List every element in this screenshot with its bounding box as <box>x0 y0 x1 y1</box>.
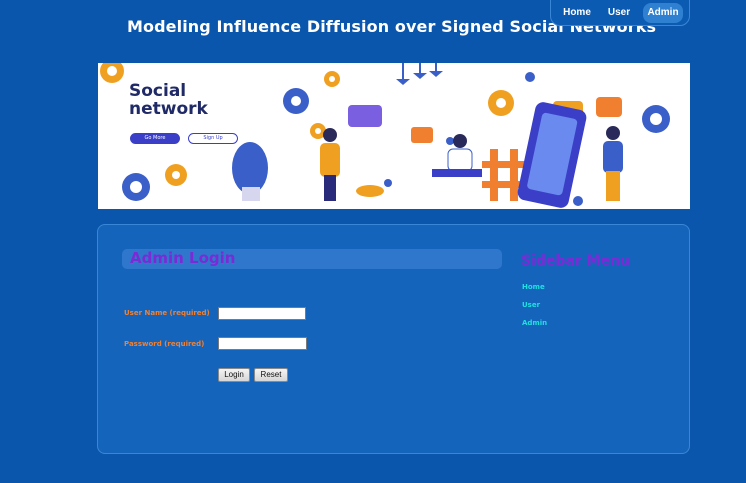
banner-go-more-button: Go More <box>130 133 180 144</box>
nav-admin-link[interactable]: Admin <box>643 3 683 23</box>
nav-user-link[interactable]: User <box>603 3 635 23</box>
sidebar-item-admin[interactable]: Admin <box>522 319 547 327</box>
banner-line2: network <box>129 99 208 119</box>
sidebar-item-user[interactable]: User <box>522 301 540 309</box>
admin-login-heading: Admin Login <box>122 249 502 269</box>
content-panel: Admin Login User Name (required) Passwor… <box>97 224 690 454</box>
banner-image: Social network Go More Sign Up <box>98 63 690 209</box>
emoji-bubble-icon <box>596 97 622 117</box>
password-input[interactable] <box>218 337 307 350</box>
reset-button[interactable]: Reset <box>254 368 288 382</box>
password-label: Password (required) <box>124 340 205 348</box>
username-label: User Name (required) <box>124 309 210 317</box>
top-nav: Home User Admin <box>550 0 690 26</box>
nav-home-link[interactable]: Home <box>559 3 595 23</box>
login-button[interactable]: Login <box>218 368 250 382</box>
username-input[interactable] <box>218 307 306 320</box>
banner-sign-up-button: Sign Up <box>188 133 238 144</box>
banner-line1: Social <box>129 81 187 101</box>
heart-bubble-icon <box>348 105 382 127</box>
banner-illustration <box>100 63 670 208</box>
sidebar-item-home[interactable]: Home <box>522 283 545 291</box>
sidebar-title: Sidebar Menu <box>521 253 631 269</box>
